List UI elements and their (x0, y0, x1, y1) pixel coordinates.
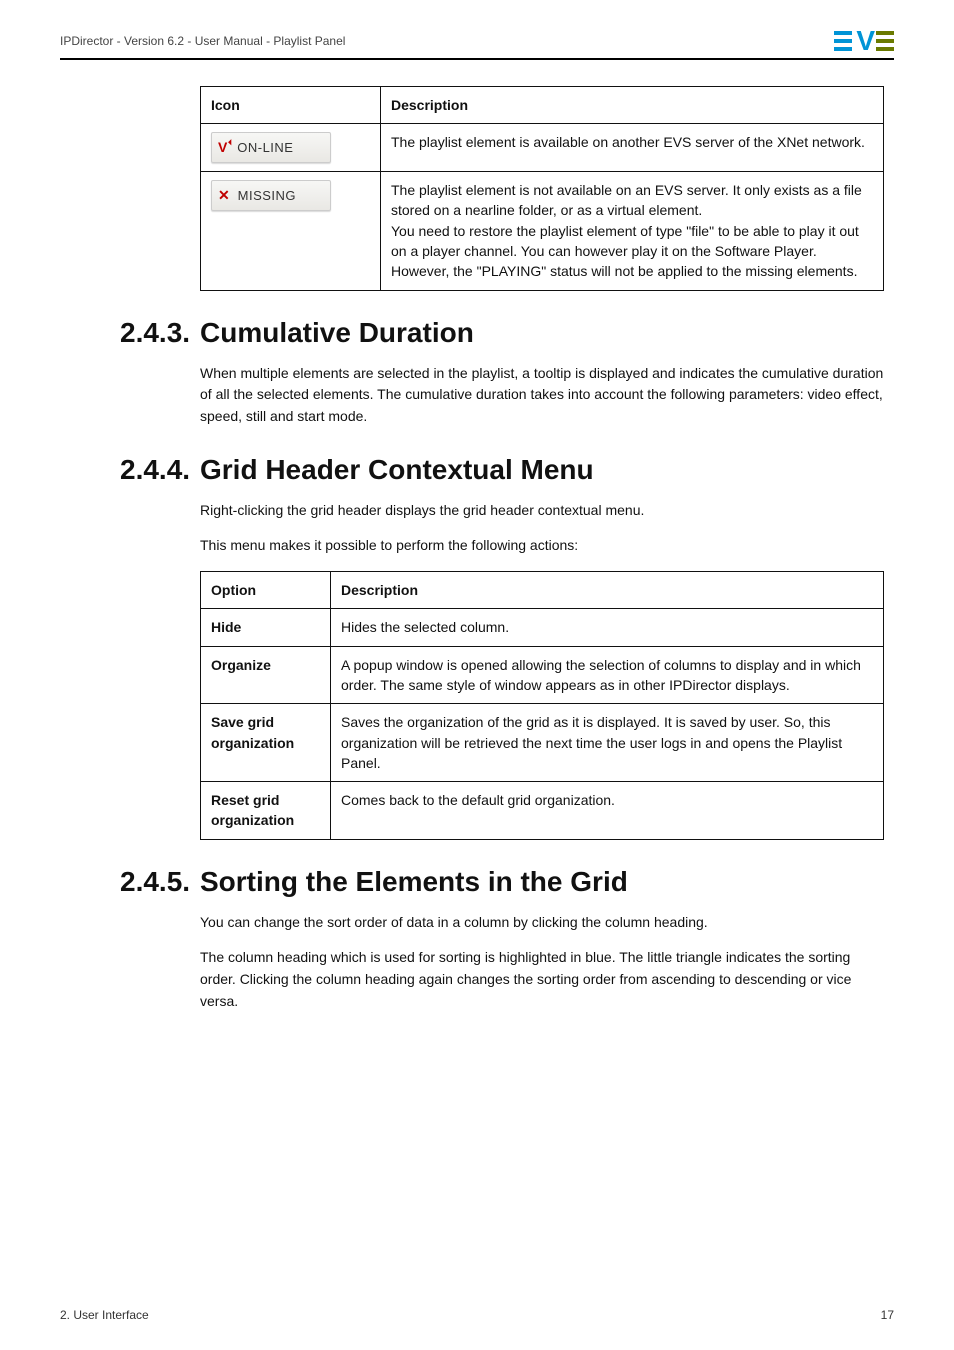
grid-header-lead1: Right-clicking the grid header displays … (200, 500, 884, 522)
sorting-p2: The column heading which is used for sor… (200, 947, 884, 1012)
col-desc-header: Description (381, 87, 884, 124)
opt-hide-desc: Hides the selected column. (331, 609, 884, 646)
section-title-sorting: Sorting the Elements in the Grid (200, 866, 884, 898)
col-option-header: Option (201, 572, 331, 609)
status-online-label: ON-LINE (237, 140, 293, 155)
table-header-row: Icon Description (201, 87, 884, 124)
icon-description-table: Icon Description V⏴ ON-LINE The playlist… (200, 86, 884, 291)
page-footer: 2. User Interface 17 (60, 1308, 894, 1322)
icon-cell-missing: ✕ MISSING (201, 172, 381, 290)
table-row: Save grid organization Saves the organiz… (201, 704, 884, 782)
section-number-243: 2.4.3. (120, 317, 190, 349)
missing-desc-line2: You need to restore the playlist element… (391, 223, 859, 280)
desc-cell-missing: The playlist element is not available on… (381, 172, 884, 290)
page-header: IPDirector - Version 6.2 - User Manual -… (60, 30, 894, 60)
section-body-cumulative: When multiple elements are selected in t… (200, 363, 884, 428)
table-header-row: Option Description (201, 572, 884, 609)
opt-organize: Organize (201, 646, 331, 704)
sorting-p1: You can change the sort order of data in… (200, 912, 884, 934)
table-row: Reset grid organization Comes back to th… (201, 782, 884, 840)
opt-reset-grid-desc: Comes back to the default grid organizat… (331, 782, 884, 840)
opt-organize-desc: A popup window is opened allowing the se… (331, 646, 884, 704)
opt-hide: Hide (201, 609, 331, 646)
section-title-grid-header: Grid Header Contextual Menu (200, 454, 884, 486)
option-description-table: Option Description Hide Hides the select… (200, 571, 884, 840)
section-title-cumulative: Cumulative Duration (200, 317, 884, 349)
status-box-online-icon: V⏴ ON-LINE (211, 132, 331, 163)
missing-desc-line1: The playlist element is not available on… (391, 182, 862, 218)
table-row: ✕ MISSING The playlist element is not av… (201, 172, 884, 290)
opt-save-grid-desc: Saves the organization of the grid as it… (331, 704, 884, 782)
status-box-missing-icon: ✕ MISSING (211, 180, 331, 211)
online-check-icon: V⏴ (218, 139, 227, 155)
table-row: V⏴ ON-LINE The playlist element is avail… (201, 124, 884, 172)
grid-header-lead2: This menu makes it possible to perform t… (200, 535, 884, 557)
footer-page-number: 17 (881, 1308, 894, 1322)
col-icon-header: Icon (201, 87, 381, 124)
logo-v-icon: V (856, 30, 873, 52)
missing-x-icon: ✕ (218, 187, 230, 203)
logo-bars-left-icon (834, 31, 852, 51)
logo-bars-right-icon (876, 31, 894, 51)
status-missing-label: MISSING (238, 188, 296, 203)
evs-logo: V (834, 30, 894, 52)
section-number-244: 2.4.4. (120, 454, 190, 486)
opt-reset-grid: Reset grid organization (201, 782, 331, 840)
icon-cell-online: V⏴ ON-LINE (201, 124, 381, 172)
col-option-desc-header: Description (331, 572, 884, 609)
product-line: IPDirector - Version 6.2 - User Manual -… (60, 34, 345, 48)
desc-cell-online: The playlist element is available on ano… (381, 124, 884, 172)
footer-left: 2. User Interface (60, 1308, 149, 1322)
table-row: Hide Hides the selected column. (201, 609, 884, 646)
opt-save-grid: Save grid organization (201, 704, 331, 782)
section-number-245: 2.4.5. (120, 866, 190, 898)
table-row: Organize A popup window is opened allowi… (201, 646, 884, 704)
